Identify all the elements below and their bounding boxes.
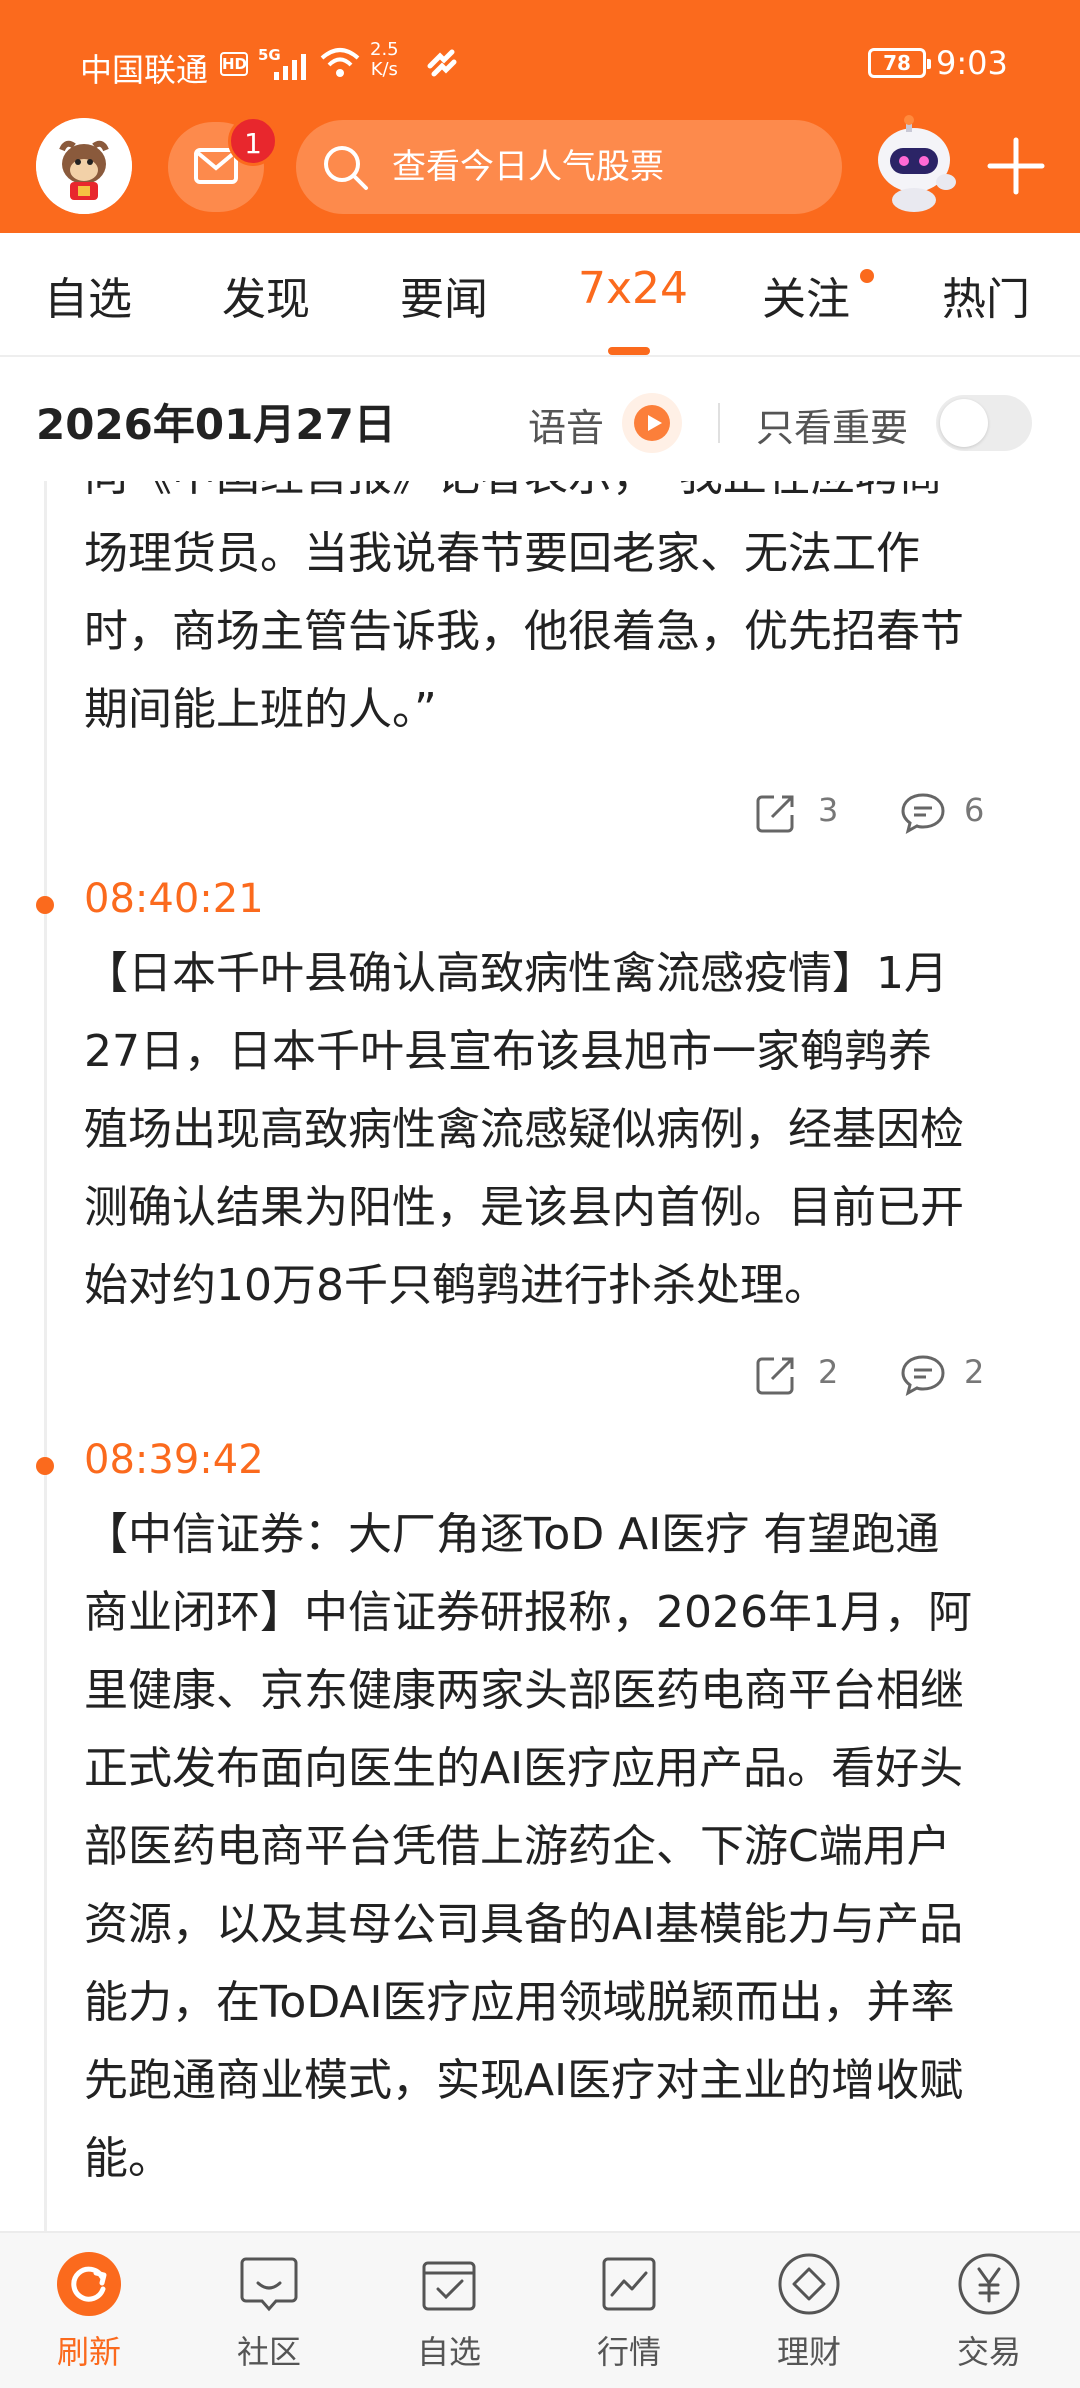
- news-time: 08:40:21: [84, 876, 264, 922]
- search-bar[interactable]: 查看今日人气股票: [296, 120, 842, 214]
- comment-count: 6: [964, 791, 985, 829]
- hd-icon: HD: [220, 52, 248, 76]
- active-tab-indicator: [608, 347, 650, 355]
- voice-label[interactable]: 语音: [528, 397, 604, 452]
- news-line: 商业闭环】中信证券研报称，2026年1月，阿: [84, 1587, 972, 1638]
- news-line: 向《中国经营报》记者表示，“我正在应聘商: [84, 481, 1050, 515]
- status-bar: 中国联通 HD 5G 2.5 K/s 78 9:03: [0, 0, 1080, 110]
- share-icon[interactable]: [754, 1353, 798, 1397]
- important-only-label: 只看重要: [756, 406, 909, 450]
- important-only-toggle[interactable]: [936, 395, 1032, 451]
- news-body[interactable]: 【中信证券：大厂角逐ToD AI医疗 有望跑通 商业闭环】中信证券研报称，202…: [84, 1496, 1050, 2198]
- news-line: 27日，日本千叶县宣布该县旭市一家鹌鹑养: [84, 1026, 932, 1077]
- comment-icon[interactable]: [900, 1353, 946, 1397]
- search-placeholder: 查看今日人气股票: [392, 147, 664, 187]
- news-line: 正式发布面向医生的AI医疗应用产品。看好头: [84, 1743, 964, 1794]
- refresh-icon: [57, 2252, 121, 2316]
- comment-count: 2: [964, 1353, 985, 1391]
- nav-label: 刷新: [56, 2333, 121, 2371]
- nav-label: 行情: [596, 2333, 661, 2371]
- news-line: 资源，以及其母公司具备的AI基模能力与产品: [84, 1899, 964, 1950]
- nfc-icon: [427, 49, 457, 77]
- wifi-icon: [320, 48, 360, 77]
- news-line: 殖场出现高致病性禽流感疑似病例，经基因检: [84, 1104, 964, 1155]
- news-line: 里健康、京东健康两家头部医药电商平台相继: [84, 1665, 964, 1716]
- tab-discover[interactable]: 发现: [222, 263, 310, 327]
- nav-market[interactable]: 行情: [554, 2251, 704, 2381]
- chart-icon: [602, 2257, 656, 2311]
- avatar[interactable]: [36, 118, 132, 214]
- search-icon: [324, 146, 368, 190]
- timeline-dot: [36, 896, 54, 914]
- tab-following[interactable]: 关注: [762, 263, 850, 327]
- nav-community[interactable]: 社区: [194, 2251, 344, 2381]
- share-icon[interactable]: [754, 791, 798, 835]
- speed-unit: K/s: [370, 59, 398, 80]
- nav-label: 社区: [236, 2333, 301, 2371]
- news-line: 始对约10万8千只鹌鹑进行扑杀处理。: [84, 1260, 828, 1311]
- mascot-avatar-icon: [36, 118, 132, 214]
- share-count: 3: [818, 791, 839, 829]
- speed-value: 2.5: [370, 39, 399, 60]
- timeline-line: [44, 481, 47, 2231]
- news-line: 【日本千叶县确认高致病性禽流感疫情】1月: [84, 948, 948, 999]
- carrier-label: 中国联通: [80, 51, 209, 89]
- yen-icon: [958, 2253, 1020, 2315]
- unread-badge: 1: [228, 116, 278, 166]
- new-content-dot: [860, 269, 874, 283]
- news-line: 【中信证券：大厂角逐ToD AI医疗 有望跑通: [84, 1509, 940, 1560]
- divider: [718, 403, 720, 443]
- news-line: 测确认结果为阳性，是该县内首例。目前已开: [84, 1182, 964, 1233]
- nav-label: 理财: [776, 2333, 841, 2371]
- date-bar: 2026年01月27日 语音 只看重要: [0, 357, 1080, 481]
- bottom-nav: 刷新 社区 自选 行情 理财 交易: [0, 2231, 1080, 2388]
- news-actions: 2 2: [644, 1349, 1044, 1399]
- robot-assistant-icon[interactable]: [862, 112, 966, 216]
- nav-label: 自选: [416, 2333, 481, 2371]
- news-actions: 3 6: [644, 787, 1044, 837]
- share-count: 2: [818, 1353, 839, 1391]
- tab-watchlist[interactable]: 自选: [44, 263, 132, 327]
- news-body[interactable]: 【日本千叶县确认高致病性禽流感疫情】1月 27日，日本千叶县宣布该县旭市一家鹌鹑…: [84, 935, 1050, 1325]
- news-line: 时，商场主管告诉我，他很着急，优先招春节: [84, 606, 964, 657]
- feed-date: 2026年01月27日: [36, 400, 396, 449]
- comment-icon[interactable]: [900, 791, 946, 835]
- nav-trade[interactable]: 交易: [914, 2251, 1064, 2381]
- tab-headlines[interactable]: 要闻: [400, 263, 488, 327]
- news-body[interactable]: 向《中国经营报》记者表示，“我正在应聘商 场理货员。当我说春节要回老家、无法工作…: [84, 481, 1050, 749]
- network-speed: 2.5 K/s: [370, 40, 399, 80]
- tab-7x24[interactable]: 7x24: [578, 263, 688, 314]
- news-time: 08:39:42: [84, 1437, 264, 1483]
- news-line: 能力，在ToDAI医疗应用领域脱颖而出，并率: [84, 1977, 955, 2028]
- timeline-dot: [36, 1457, 54, 1475]
- nav-label: 交易: [956, 2333, 1021, 2371]
- signal-icon: [274, 54, 306, 80]
- nav-wealth[interactable]: 理财: [734, 2251, 884, 2381]
- nav-watchlist[interactable]: 自选: [374, 2251, 524, 2381]
- clock: 9:03: [936, 44, 1008, 82]
- play-icon[interactable]: [622, 393, 682, 453]
- add-icon[interactable]: [986, 136, 1046, 196]
- tab-trending[interactable]: 热门: [942, 263, 1030, 327]
- app-header: 中国联通 HD 5G 2.5 K/s 78 9:03 1 查看今日人气股票: [0, 0, 1080, 233]
- news-line: 场理货员。当我说春节要回老家、无法工作: [84, 528, 920, 579]
- nav-refresh[interactable]: 刷新: [14, 2251, 164, 2381]
- news-line: 先跑通商业模式，实现AI医疗对主业的增收赋: [84, 2055, 964, 2106]
- checklist-icon: [422, 2261, 476, 2311]
- news-feed[interactable]: 向《中国经营报》记者表示，“我正在应聘商 场理货员。当我说春节要回老家、无法工作…: [0, 481, 1080, 2231]
- news-line: 部医药电商平台凭借上游药企、下游C端用户: [84, 1821, 951, 1872]
- battery-icon: 78: [868, 48, 931, 78]
- news-line: 能。: [84, 2133, 172, 2184]
- category-tabs: 自选 发现 要闻 7x24 关注 热门: [0, 233, 1080, 357]
- diamond-icon: [778, 2253, 840, 2315]
- news-line: 期间能上班的人。”: [84, 684, 437, 735]
- chat-bubble-icon: [240, 2257, 298, 2312]
